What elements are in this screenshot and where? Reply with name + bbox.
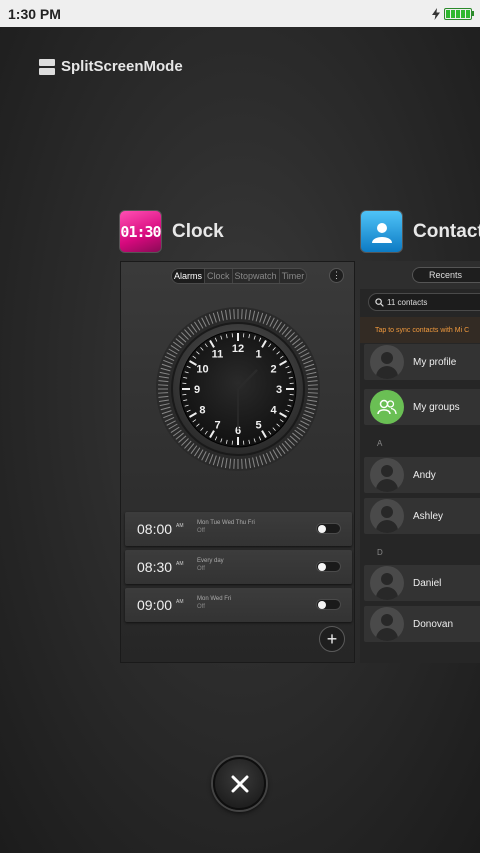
- groups-icon: [370, 390, 404, 424]
- dial-outer-tick: [241, 458, 243, 469]
- split-screen-mode-label: SplitScreenMode: [61, 58, 183, 75]
- dial-outer-tick: [158, 384, 169, 386]
- sync-banner[interactable]: Tap to sync contacts with Mi C: [360, 317, 480, 343]
- tab-stopwatch[interactable]: Stopwatch: [231, 269, 279, 283]
- battery-cell: [451, 9, 455, 18]
- alarm-status: Off: [197, 566, 205, 572]
- close-split-screen-button[interactable]: [213, 757, 266, 810]
- battery-cell: [446, 9, 450, 18]
- contacts-count: 11 contacts: [387, 297, 428, 307]
- avatar: [370, 566, 404, 600]
- status-icons: [432, 7, 474, 20]
- avatar: [370, 345, 404, 379]
- close-icon: [231, 775, 248, 792]
- contact-row[interactable]: Daniel: [364, 565, 480, 601]
- toggle-knob: [318, 525, 326, 533]
- alarm-toggle[interactable]: [316, 599, 341, 610]
- dial-outer-tick: [158, 392, 169, 394]
- alarm-ampm: AM: [176, 523, 184, 529]
- alarm-repeat-days: Every day: [197, 558, 224, 564]
- analog-clock-dial: 12 1234567891011: [156, 307, 320, 471]
- battery-icon: [444, 7, 474, 20]
- alarm-time: 08:30: [137, 559, 173, 575]
- dial-number: 10: [196, 364, 208, 376]
- alarm-row[interactable]: 08:30 AM Every day Off: [125, 550, 352, 584]
- alarm-time: 08:00: [137, 521, 173, 537]
- contacts-section-header: A: [377, 439, 383, 448]
- status-time: 1:30 PM: [8, 5, 61, 22]
- alarm-ampm: AM: [176, 561, 184, 567]
- alarm-toggle[interactable]: [316, 523, 341, 534]
- split-screen-icon: [39, 58, 55, 75]
- alarm-ampm: AM: [176, 599, 184, 605]
- alarm-repeat-days: Mon Tue Wed Thu Fri: [197, 520, 255, 526]
- alarm-row[interactable]: 08:00 AM Mon Tue Wed Thu Fri Off: [125, 512, 352, 546]
- contacts-app-header[interactable]: Contacts: [360, 210, 480, 253]
- dial-outer-tick: [307, 392, 318, 394]
- clock-app-card[interactable]: Alarms Clock Stopwatch Timer ⋮ 12 1 2 3 4 5 6 7 8 9 1…: [120, 261, 355, 663]
- contact-name: My groups: [413, 401, 460, 413]
- contacts-app-icon: [360, 210, 403, 253]
- dial-outer-tick: [241, 309, 243, 320]
- dial-number: 3: [276, 384, 282, 396]
- avatar: [370, 499, 404, 533]
- clock-app-icon-text: 01:30: [120, 222, 161, 241]
- contact-name: Donovan: [413, 618, 454, 630]
- dial-outer-tick: [307, 384, 318, 386]
- avatar: [370, 458, 404, 492]
- avatar: [370, 607, 404, 641]
- tab-recents-label: Recents: [429, 270, 463, 280]
- dial-number: 5: [255, 420, 261, 432]
- toggle-knob: [318, 563, 326, 571]
- add-alarm-button[interactable]: +: [319, 626, 345, 652]
- contact-name: Daniel: [413, 577, 442, 589]
- dial-number: 8: [199, 405, 205, 417]
- contacts-section-header: D: [377, 548, 383, 557]
- contacts-top-bar: Recents: [360, 261, 480, 289]
- dial-number: 1: [255, 348, 261, 360]
- battery-cell: [461, 9, 465, 18]
- dial-outer-tick: [233, 458, 235, 469]
- charging-icon: [432, 7, 440, 20]
- alarm-row[interactable]: 09:00 AM Mon Wed Fri Off: [125, 588, 352, 622]
- clock-app-title: Clock: [172, 220, 224, 242]
- dial-number: 12: [232, 343, 244, 355]
- clock-app-header[interactable]: 01:30 Clock: [119, 210, 224, 253]
- contact-row[interactable]: My profile: [364, 344, 480, 380]
- dial-number: 4: [270, 405, 277, 417]
- alarm-toggle[interactable]: [316, 561, 341, 572]
- alarm-time: 09:00: [137, 597, 173, 613]
- clock-tabs: Alarms Clock Stopwatch Timer: [171, 268, 308, 284]
- alarm-status: Off: [197, 528, 205, 534]
- contact-name: My profile: [413, 356, 457, 368]
- dial-number: 9: [194, 384, 200, 396]
- dial-outer-tick: [233, 309, 235, 320]
- my-groups-row[interactable]: My groups: [364, 389, 480, 425]
- split-screen-mode-button[interactable]: SplitScreenMode: [39, 58, 183, 75]
- contact-name: Ashley: [413, 510, 444, 522]
- more-options-icon[interactable]: ⋮: [329, 268, 344, 283]
- clock-app-icon: 01:30: [119, 210, 162, 253]
- dial-number: 11: [212, 348, 224, 360]
- contact-row[interactable]: Ashley: [364, 498, 480, 534]
- battery-cell: [456, 9, 460, 18]
- toggle-knob: [318, 601, 326, 609]
- contacts-app-title: Contacts: [413, 220, 480, 242]
- tab-recents[interactable]: Recents: [412, 267, 480, 283]
- dial-number: 2: [270, 364, 276, 376]
- contact-row[interactable]: Donovan: [364, 606, 480, 642]
- contact-name: Andy: [413, 469, 436, 481]
- tab-alarms[interactable]: Alarms: [172, 269, 205, 283]
- contacts-app-card[interactable]: Recents 11 contacts Tap to sync contacts…: [360, 261, 480, 663]
- contact-row[interactable]: Andy: [364, 457, 480, 493]
- search-icon: [375, 297, 384, 307]
- tab-timer[interactable]: Timer: [278, 269, 307, 283]
- status-bar: 1:30 PM: [0, 0, 480, 27]
- battery-cell: [466, 9, 470, 18]
- alarm-repeat-days: Mon Wed Fri: [197, 596, 232, 602]
- dial-number: 7: [214, 420, 220, 432]
- alarm-status: Off: [197, 604, 205, 610]
- contacts-search-input[interactable]: 11 contacts: [368, 293, 480, 311]
- tab-clock[interactable]: Clock: [204, 269, 232, 283]
